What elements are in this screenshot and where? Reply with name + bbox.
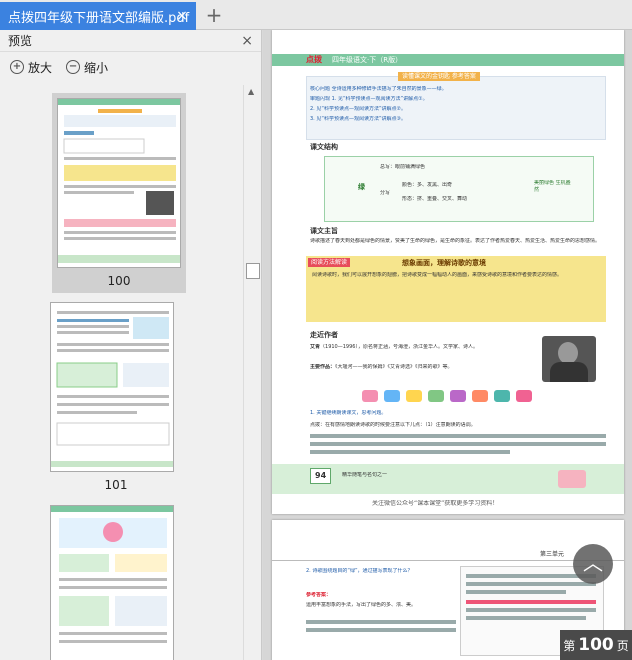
preview-header: 预览 × [0,30,261,52]
reading-method-title: 想象画面，理解诗歌的意境 [402,259,486,267]
thumbnail-page-101[interactable]: 101 [50,302,182,492]
answer-label: 参考答案： [306,592,332,598]
add-tab-button[interactable]: + [203,4,225,26]
thumbnail-page-graphic [58,99,180,263]
intro-line: 3. 见“科学预读点—观阅读方法”讲解点③。 [310,116,407,122]
thumbnail-page-graphic [51,506,173,643]
answer-text: 运用丰富想象的手法，写出了绿色的多、浓、美。 [306,602,417,608]
zoom-out-label: 缩小 [84,60,109,75]
thumbnail-image [50,302,174,472]
document-tab-title: 点拨四年级下册语文部编版.pdf [8,10,190,26]
document-tab[interactable]: 点拨四年级下册语文部编版.pdf × [0,2,196,30]
exercise-point: 点拨：在有感情地朗读诗歌的时候要注意以下几点：（1）注意朗读的语调。 [310,422,476,428]
close-tab-icon[interactable]: × [174,8,190,24]
answer-box-title: 读懂课文的金钥匙 参考答案 [398,72,480,81]
structure-sub-2: 形态：挤、重叠、交叉、舞动 [402,196,468,202]
zoom-out-button[interactable]: − 缩小 [66,59,108,76]
zoom-in-button[interactable]: + 放大 [10,59,52,76]
structure-root: 绿 [358,183,365,191]
reading-method-tag: 阅读方法解读 [308,258,351,267]
section-author-title: 走近作者 [310,331,338,339]
close-panel-icon[interactable]: × [241,33,253,49]
tab-bar: 点拨四年级下册语文部编版.pdf × + [0,0,632,30]
intro-line: 核心问题 全诗运用多种修辞手法描写了朱自然的景象——绿。 [310,86,447,92]
thumbnail-page-graphic [51,311,173,467]
header-band [272,54,624,66]
preview-panel: 预览 × + 放大 − 缩小 100 101 [0,30,262,660]
page-indicator: 第 100 页 [560,630,632,660]
intro-line: 2. 见“科学预读点—观阅读方法”讲解点②。 [310,106,407,112]
preview-title: 预览 [8,34,33,48]
unit-label: 第三单元 [540,551,565,558]
zoom-toolbar: + 放大 − 缩小 [0,52,261,82]
author-works: 《大堰河——我的保姆》《艾青诗选》《归来的歌》等。 [335,364,453,370]
exercise-heading: 1. 关键继续朗读课文，思考问题。 [310,410,387,416]
zoom-out-icon: − [66,60,81,74]
thumbnail-number: 100 [107,274,131,288]
page-indicator-suffix: 页 [616,638,629,653]
thumbnail-list: 100 101 [0,85,242,660]
author-name: 艾青 [310,344,321,350]
page-indicator-prefix: 第 [563,638,576,653]
author-works-label: 主要作品： [310,364,336,370]
theme-text: 诗歌描述了春天到处都是绿色的情景，赞美了生命的绿色，是生命的象征。表达了作者热爱… [310,238,601,244]
scroll-up-icon[interactable]: ▲ [248,87,254,96]
decorative-banner [362,388,532,404]
scrollbar-thumb[interactable] [246,263,260,279]
footer-note: 精华随笔与名句之一 [342,472,388,478]
section-structure-title: 课文结构 [310,143,338,151]
thumbnail-image [57,98,181,268]
scroll-to-top-button[interactable]: ︿ [573,544,613,584]
thumbnail-number: 101 [104,478,128,492]
pdf-page-100: 点拨 四年级语文·下（R版） 读懂课文的金钥匙 参考答案 核心问题 全诗运用多种… [272,30,624,514]
brand-logo: 点拨 [306,55,322,64]
question-2: 2. 诗歌围绕题目的“绿”，通过描写表现了什么？ [306,568,413,574]
chevron-up-icon: ︿ [583,551,603,575]
zoom-in-icon: + [10,60,24,74]
thumbnail-page-100[interactable]: 100 [52,93,186,293]
thumbnail-image [50,505,174,660]
author-info: （1910—1996），原名蒋正涵，号海澄，浙江金华人。文学家、诗人。 [320,344,478,350]
page-header-title: 四年级语文·下（R版） [332,56,403,64]
structure-sub-1: 颜色：多、发黑、出奇 [402,182,453,188]
page-number: 94 [310,468,332,484]
footer-badge [558,470,586,488]
structure-branch-1: 总写：眼前铺满绿色 [380,164,426,170]
section-theme-title: 课文主旨 [310,227,338,235]
reading-method-text: 阅读诗歌时，我们可以展开想象的翅膀，把诗歌变成一幅幅动人的画面，来感受诗歌的意境… [312,272,563,278]
thumbnail-scrollbar[interactable]: ▲ [243,85,261,660]
structure-branch-2: 分写 [380,190,391,196]
page-indicator-number: 100 [578,635,614,655]
thumbnail-page-102[interactable] [50,505,182,660]
zoom-in-label: 放大 [28,60,53,75]
structure-result: 美丽绿色 生机盎然 [534,180,571,193]
intro-line: 审题闪现 1. 见“科学预读点—观阅读方法”讲解点①。 [310,96,428,102]
footer-line: 关注微信公众号“课本课堂”获取更多学习资料！ [372,500,499,507]
author-portrait [542,336,596,382]
